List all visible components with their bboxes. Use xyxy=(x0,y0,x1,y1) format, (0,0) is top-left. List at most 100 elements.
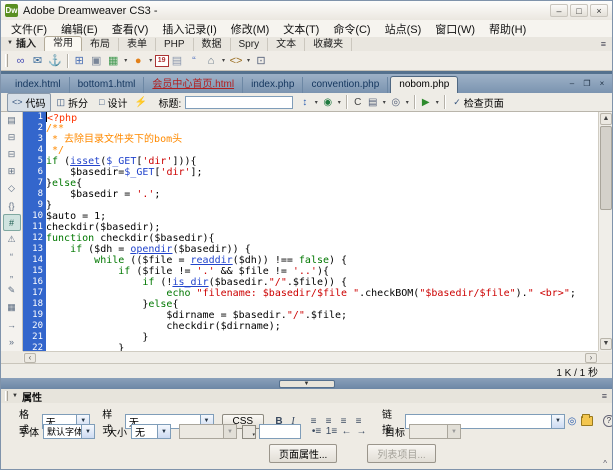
ordered-list-icon[interactable]: 1≡ xyxy=(324,425,339,439)
panel-menu-icon[interactable]: ≡ xyxy=(602,391,607,401)
doc-close-button[interactable]: × xyxy=(596,79,608,88)
menu-view[interactable]: 查看(V) xyxy=(105,20,156,38)
head-icon[interactable]: ⌂ xyxy=(203,52,220,69)
date-icon[interactable]: 19 xyxy=(155,55,169,67)
menu-edit[interactable]: 编辑(E) xyxy=(54,20,105,38)
media-icon[interactable]: ● xyxy=(130,52,147,69)
menu-modify[interactable]: 修改(M) xyxy=(224,20,277,38)
expand-all-icon[interactable]: ⊞ xyxy=(3,163,21,180)
named-anchor-icon[interactable]: ⚓ xyxy=(46,52,64,69)
dropdown-arrow-icon[interactable]: ▾ xyxy=(380,99,388,106)
insert-tab-data[interactable]: 数据 xyxy=(194,38,231,51)
script-icon[interactable]: <> xyxy=(228,52,245,69)
insert-div-tag-icon[interactable]: ▣ xyxy=(88,52,105,69)
line-numbers-icon[interactable]: # xyxy=(3,214,21,231)
select-parent-tag-icon[interactable]: ◇ xyxy=(3,180,21,197)
more-icon[interactable]: » xyxy=(3,333,21,350)
doc-minimize-button[interactable]: – xyxy=(566,79,578,88)
insert-tab-favorites[interactable]: 收藏夹 xyxy=(305,38,352,51)
close-button[interactable]: × xyxy=(590,4,608,17)
dropdown-arrow-icon[interactable]: ▾ xyxy=(312,99,320,106)
balance-braces-icon[interactable]: {} xyxy=(3,197,21,214)
server-side-include-icon[interactable]: ▤ xyxy=(169,52,186,69)
tab-bottom1-html[interactable]: bottom1.html xyxy=(70,77,145,93)
vertical-scrollbar[interactable]: ▲ ▼ xyxy=(598,112,612,351)
hyperlink-icon[interactable]: ∞ xyxy=(12,52,29,69)
tab-convention-php[interactable]: convention.php xyxy=(303,77,388,93)
panel-splitter[interactable]: ▼ xyxy=(1,378,612,389)
tab-index-html[interactable]: index.html xyxy=(7,77,70,93)
page-properties-button[interactable]: 页面属性... xyxy=(269,444,337,463)
dropdown-arrow-icon[interactable]: ▾ xyxy=(245,57,253,64)
visual-aids-icon[interactable]: ◎ xyxy=(388,94,403,110)
collapse-selection-icon[interactable]: ⊟ xyxy=(3,146,21,163)
indent-icon[interactable]: → xyxy=(354,425,369,439)
view-options-icon[interactable]: ▤ xyxy=(365,94,380,110)
dropdown-arrow-icon[interactable]: ▾ xyxy=(335,99,343,106)
image-icon[interactable]: ▦ xyxy=(105,52,122,69)
validate-markup-icon[interactable]: ▶ xyxy=(418,94,433,110)
maximize-button[interactable]: □ xyxy=(570,4,588,17)
check-page-button[interactable]: ✓ 检查页面 xyxy=(448,94,509,111)
insert-bar-menu-icon[interactable]: ≡ xyxy=(601,39,606,49)
text-color-picker[interactable]: ▾ xyxy=(242,425,256,439)
browse-folder-icon[interactable] xyxy=(581,416,593,426)
scroll-right-icon[interactable]: › xyxy=(585,353,597,363)
dropdown-arrow-icon[interactable]: ▾ xyxy=(433,99,441,106)
vertical-scroll-thumb[interactable] xyxy=(600,126,612,210)
document-title-input[interactable] xyxy=(185,96,293,109)
code-editor[interactable]: <?php/** * 去除目录文件夹下的bom头 */if (isset($_G… xyxy=(46,112,598,351)
preview-in-browser-icon[interactable]: ◉ xyxy=(320,94,335,110)
comment-icon[interactable]: “ xyxy=(186,52,203,69)
minimize-button[interactable]: – xyxy=(550,4,568,17)
split-view-button[interactable]: ◫拆分 xyxy=(52,93,94,112)
menu-site[interactable]: 站点(S) xyxy=(378,20,429,38)
font-select[interactable]: 默认字体 ▼ xyxy=(43,424,95,439)
scroll-left-icon[interactable]: ‹ xyxy=(24,353,36,363)
remove-comment-icon[interactable]: „ xyxy=(3,265,21,282)
dropdown-arrow-icon[interactable]: ▾ xyxy=(403,99,411,106)
help-icon[interactable]: ? xyxy=(603,415,613,427)
insert-tab-spry[interactable]: Spry xyxy=(231,38,269,51)
insert-tab-common[interactable]: 常用 xyxy=(44,36,82,51)
insert-bar-label[interactable]: ▼ 插入 xyxy=(1,35,44,51)
apply-comment-icon[interactable]: “ xyxy=(3,248,21,265)
dropdown-arrow-icon[interactable]: ▾ xyxy=(147,57,155,64)
scroll-up-icon[interactable]: ▲ xyxy=(600,113,612,125)
highlight-invalid-code-icon[interactable]: ⚠ xyxy=(3,231,21,248)
indent-code-icon[interactable]: → xyxy=(3,316,21,333)
wrap-tag-icon[interactable]: ✎ xyxy=(3,282,21,299)
insert-tab-layout[interactable]: 布局 xyxy=(82,38,119,51)
insert-tab-forms[interactable]: 表单 xyxy=(119,38,156,51)
point-to-file-icon[interactable]: ◎ xyxy=(565,414,579,428)
panel-expander-icon[interactable]: ^ xyxy=(603,459,607,468)
table-icon[interactable]: ⊞ xyxy=(71,52,88,69)
file-management-icon[interactable]: ↕ xyxy=(297,94,312,110)
properties-header[interactable]: ▼ 属性 ≡ xyxy=(1,389,612,403)
refresh-icon[interactable]: C xyxy=(350,94,365,110)
splitter-collapse-button[interactable]: ▼ xyxy=(279,380,335,388)
menu-window[interactable]: 窗口(W) xyxy=(428,20,482,38)
outdent-icon[interactable]: ← xyxy=(339,425,354,439)
insert-tab-php[interactable]: PHP xyxy=(156,38,194,51)
dropdown-arrow-icon[interactable]: ▾ xyxy=(122,57,130,64)
tab-member-center-html[interactable]: 会员中心首页.html xyxy=(144,77,243,93)
size-select[interactable]: 无 ▼ xyxy=(131,424,171,439)
color-value-input[interactable] xyxy=(259,424,301,439)
recent-snippets-icon[interactable]: ▦ xyxy=(3,299,21,316)
code-view-button[interactable]: <>代码 xyxy=(7,93,51,112)
dropdown-arrow-icon[interactable]: ▾ xyxy=(220,57,228,64)
tab-index-php[interactable]: index.php xyxy=(243,77,303,93)
collapse-full-tag-icon[interactable]: ⊟ xyxy=(3,129,21,146)
design-view-button[interactable]: □设计 xyxy=(94,93,132,112)
horizontal-scrollbar[interactable]: ‹ › xyxy=(23,351,598,363)
panel-collapse-icon[interactable]: ▼ xyxy=(12,393,18,399)
tab-nobom-php[interactable]: nobom.php xyxy=(390,76,458,93)
scroll-down-icon[interactable]: ▼ xyxy=(600,338,612,350)
menu-help[interactable]: 帮助(H) xyxy=(482,20,533,38)
menu-text[interactable]: 文本(T) xyxy=(276,20,326,38)
email-link-icon[interactable]: ✉ xyxy=(29,52,46,69)
doc-restore-button[interactable]: ❐ xyxy=(581,79,593,88)
unordered-list-icon[interactable]: •≡ xyxy=(309,425,324,439)
open-documents-icon[interactable]: ▤ xyxy=(3,112,21,129)
